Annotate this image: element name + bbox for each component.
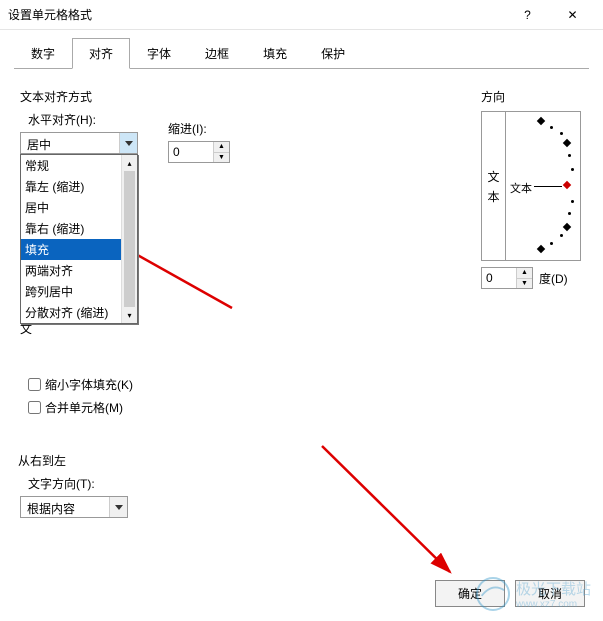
align-option-fill[interactable]: 填充 bbox=[21, 239, 137, 260]
orientation-control[interactable]: 文 本 文本 bbox=[481, 111, 581, 261]
align-option-justify[interactable]: 两端对齐 bbox=[21, 260, 137, 281]
degree-label: 度(D) bbox=[539, 270, 568, 287]
dial-dot bbox=[568, 154, 571, 157]
vert-char: 本 bbox=[487, 188, 499, 205]
scroll-thumb[interactable] bbox=[124, 171, 135, 307]
rtl-heading: 从右到左 bbox=[18, 452, 128, 469]
shrink-to-fit-row: 缩小字体填充(K) bbox=[28, 376, 133, 393]
spin-up-icon[interactable]: ▲ bbox=[517, 268, 532, 279]
merge-cells-label: 合并单元格(M) bbox=[45, 399, 123, 416]
dial-mark bbox=[537, 117, 545, 125]
text-direction-combo[interactable]: 根据内容 bbox=[20, 496, 128, 518]
dial-line bbox=[534, 186, 562, 187]
chevron-down-icon[interactable] bbox=[119, 133, 137, 153]
tab-protection[interactable]: 保护 bbox=[304, 38, 362, 69]
scroll-up-icon[interactable]: ▴ bbox=[122, 155, 137, 171]
tabs: 数字 对齐 字体 边框 填充 保护 bbox=[0, 30, 603, 69]
dial-dot bbox=[571, 168, 574, 171]
rtl-section: 从右到左 文字方向(T): 根据内容 bbox=[20, 444, 128, 518]
dropdown-scrollbar[interactable]: ▴ ▾ bbox=[121, 155, 137, 323]
merge-cells-row: 合并单元格(M) bbox=[28, 399, 133, 416]
chevron-down-icon[interactable] bbox=[109, 497, 127, 517]
dial-dot bbox=[550, 126, 553, 129]
window-title: 设置单元格格式 bbox=[8, 6, 505, 23]
indent-label: 缩进(I): bbox=[168, 120, 230, 137]
content-area: 文本对齐方式 水平对齐(H): 居中 缩进(I): ▲ ▼ 常规 靠左 (缩进)… bbox=[0, 70, 603, 164]
angle-input[interactable] bbox=[482, 268, 516, 288]
help-icon: ? bbox=[524, 8, 531, 22]
cancel-label: 取消 bbox=[538, 587, 562, 601]
align-option-right[interactable]: 靠右 (缩进) bbox=[21, 218, 137, 239]
dial-mark bbox=[563, 139, 571, 147]
tab-label: 保护 bbox=[321, 47, 345, 61]
indent-input[interactable] bbox=[169, 142, 213, 162]
scroll-down-icon[interactable]: ▾ bbox=[122, 307, 137, 323]
tab-font[interactable]: 字体 bbox=[130, 38, 188, 69]
align-option-distributed[interactable]: 分散对齐 (缩进) bbox=[21, 302, 137, 323]
close-icon: ✕ bbox=[567, 8, 577, 22]
horizontal-align-dropdown[interactable]: 常规 靠左 (缩进) 居中 靠右 (缩进) 填充 两端对齐 跨列居中 分散对齐 … bbox=[20, 154, 138, 324]
dial-dot bbox=[560, 132, 563, 135]
align-option-general[interactable]: 常规 bbox=[21, 155, 137, 176]
dial-dot bbox=[568, 212, 571, 215]
align-option-left[interactable]: 靠左 (缩进) bbox=[21, 176, 137, 197]
dial-dot bbox=[571, 200, 574, 203]
ok-button[interactable]: 确定 bbox=[435, 580, 505, 607]
align-option-center[interactable]: 居中 bbox=[21, 197, 137, 218]
shrink-to-fit-checkbox[interactable] bbox=[28, 378, 41, 391]
dial-handle[interactable] bbox=[563, 181, 571, 189]
tab-label: 字体 bbox=[147, 47, 171, 61]
dial-text: 文本 bbox=[510, 180, 532, 196]
dial-mark bbox=[563, 223, 571, 231]
spin-down-icon[interactable]: ▼ bbox=[214, 153, 229, 163]
tab-label: 边框 bbox=[205, 47, 229, 61]
orientation-heading: 方向 bbox=[481, 88, 581, 105]
orientation-dial[interactable]: 文本 bbox=[506, 112, 580, 260]
tab-border[interactable]: 边框 bbox=[188, 38, 246, 69]
close-button[interactable]: ✕ bbox=[550, 0, 595, 30]
tab-label: 数字 bbox=[31, 47, 55, 61]
vert-char: 文 bbox=[487, 168, 499, 185]
spin-down-icon[interactable]: ▼ bbox=[517, 279, 532, 289]
horizontal-align-combo[interactable]: 居中 bbox=[20, 132, 138, 154]
dial-dot bbox=[560, 234, 563, 237]
dial-mark bbox=[537, 245, 545, 253]
dialog-footer: 确定 取消 bbox=[435, 580, 585, 607]
text-direction-value: 根据内容 bbox=[21, 497, 109, 517]
tab-alignment[interactable]: 对齐 bbox=[72, 38, 130, 69]
title-bar: 设置单元格格式 ? ✕ bbox=[0, 0, 603, 30]
tab-number[interactable]: 数字 bbox=[14, 38, 72, 69]
indent-group: 缩进(I): ▲ ▼ bbox=[168, 114, 230, 163]
shrink-to-fit-label: 缩小字体填充(K) bbox=[45, 376, 133, 393]
merge-cells-checkbox[interactable] bbox=[28, 401, 41, 414]
align-option-center-across[interactable]: 跨列居中 bbox=[21, 281, 137, 302]
ok-label: 确定 bbox=[458, 587, 482, 601]
tab-label: 填充 bbox=[263, 47, 287, 61]
cancel-button[interactable]: 取消 bbox=[515, 580, 585, 607]
indent-spinner[interactable]: ▲ ▼ bbox=[168, 141, 230, 163]
vertical-text-button[interactable]: 文 本 bbox=[482, 112, 506, 260]
angle-spinner[interactable]: ▲ ▼ bbox=[481, 267, 533, 289]
help-button[interactable]: ? bbox=[505, 0, 550, 30]
spin-up-icon[interactable]: ▲ bbox=[214, 142, 229, 153]
horizontal-align-value: 居中 bbox=[21, 133, 119, 153]
tab-fill[interactable]: 填充 bbox=[246, 38, 304, 69]
text-direction-label: 文字方向(T): bbox=[28, 475, 128, 492]
orientation-section: 方向 文 本 文本 bbox=[481, 88, 581, 289]
orientation-angle-row: ▲ ▼ 度(D) bbox=[481, 267, 581, 289]
tab-label: 对齐 bbox=[89, 47, 113, 61]
dial-dot bbox=[550, 242, 553, 245]
